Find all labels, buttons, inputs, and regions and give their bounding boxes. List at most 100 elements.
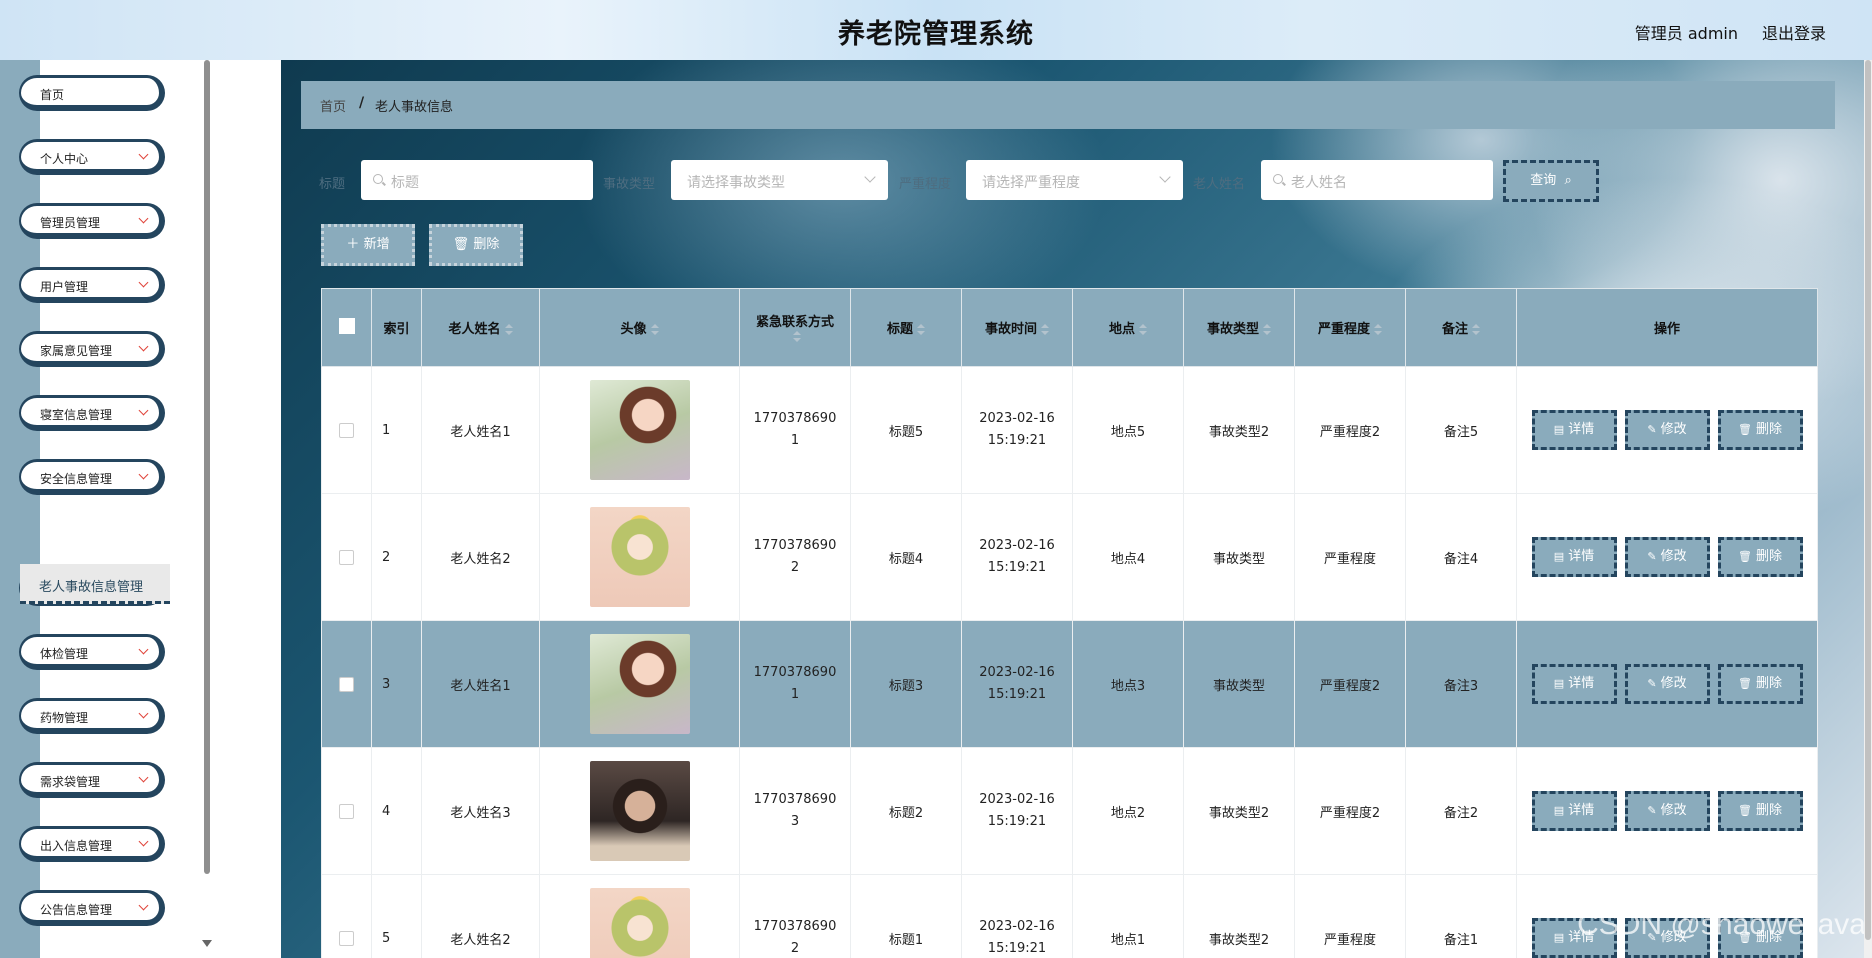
trash-icon: 🗑	[1738, 550, 1752, 563]
chevron-down-icon	[138, 277, 149, 288]
avatar	[589, 761, 690, 861]
add-label: 新增	[363, 237, 390, 252]
edit-button[interactable]: ✎ 修改	[1624, 664, 1710, 704]
sidebar-item-0[interactable]: 首页	[19, 75, 165, 111]
sidebar-item-6[interactable]: 安全信息管理	[19, 459, 165, 495]
col-remark[interactable]: 备注	[1405, 288, 1517, 367]
select-all-header[interactable]	[321, 288, 372, 367]
row-select[interactable]	[321, 366, 372, 494]
elder-name-input[interactable]: 老人姓名	[1261, 160, 1493, 200]
cell-ops: ▤ 详情 ✎ 修改 🗑 删除	[1516, 493, 1818, 621]
cell-phone: 17703786902	[739, 493, 851, 621]
col-avatar[interactable]: 头像	[539, 288, 740, 367]
sidebar-item-5[interactable]: 寝室信息管理	[19, 395, 165, 431]
cell-type: 事故类型2	[1183, 366, 1295, 494]
query-button[interactable]: 查询 ⌕	[1503, 160, 1599, 202]
delete-label: 删除	[1755, 676, 1782, 691]
pencil-icon: ✎	[1647, 804, 1657, 817]
delete-button[interactable]: 🗑 删除	[1717, 410, 1803, 450]
time-text: 15:19:21	[987, 941, 1047, 956]
cell-place: 地点3	[1072, 620, 1184, 748]
row-checkbox[interactable]	[339, 676, 354, 692]
cell-title: 标题5	[850, 366, 962, 494]
table-row[interactable]: 3 老人姓名1 17703786901 标题3 2023-02-16 15:19:21 地点…	[321, 620, 1818, 748]
table-row[interactable]: 4 老人姓名3 17703786903 标题2 2023-02-16 15:19:21 地点…	[321, 747, 1818, 875]
sidebar-item-12[interactable]: 公告信息管理	[19, 890, 165, 926]
batch-delete-button[interactable]: 🗑 删除	[429, 224, 523, 266]
sidebar-item-1[interactable]: 个人中心	[19, 139, 165, 175]
name-filter-label: 老人姓名	[1193, 177, 1246, 192]
detail-button[interactable]: ▤ 详情	[1531, 537, 1617, 577]
sidebar-scrollbar[interactable]	[204, 60, 210, 874]
logout-button[interactable]: 退出登录	[1762, 20, 1826, 44]
edit-button[interactable]: ✎ 修改	[1624, 410, 1710, 450]
col-title[interactable]: 标题	[850, 288, 962, 367]
phone-text: 17703786901	[753, 665, 837, 702]
row-select[interactable]	[321, 493, 372, 621]
delete-button[interactable]: 🗑 删除	[1717, 664, 1803, 704]
time-text: 15:19:21	[987, 814, 1047, 829]
date-text: 2023-02-16	[979, 665, 1055, 680]
row-select[interactable]	[321, 874, 372, 958]
cell-type: 事故类型2	[1183, 874, 1295, 958]
sidebar-item-label: 用户管理	[40, 280, 89, 294]
title-search-input[interactable]: 标题	[361, 160, 593, 200]
sidebar-item-4[interactable]: 家属意见管理	[19, 331, 165, 367]
sidebar: 首页个人中心管理员管理用户管理家属意见管理寝室信息管理安全信息管理饮食信息管理体…	[0, 60, 282, 958]
delete-button[interactable]: 🗑 删除	[1717, 791, 1803, 831]
cell-index: 1	[371, 366, 422, 494]
table-row[interactable]: 1 老人姓名1 17703786901 标题5 2023-02-16 15:19:21 地点…	[321, 366, 1818, 494]
row-checkbox[interactable]	[339, 549, 354, 565]
chevron-down-icon	[138, 341, 149, 352]
sidebar-item-9[interactable]: 药物管理	[19, 698, 165, 734]
col-time[interactable]: 事故时间	[961, 288, 1073, 367]
breadcrumb-separator: /	[359, 95, 365, 111]
sidebar-item-3[interactable]: 用户管理	[19, 267, 165, 303]
add-button[interactable]: ＋ 新增	[321, 224, 415, 266]
sidebar-item-11[interactable]: 出入信息管理	[19, 826, 165, 862]
main-content: 首页 / 老人事故信息 标题 标题 事故类型 请选择事故类型 严重程度 请选择严…	[281, 60, 1872, 958]
page-scrollbar-thumb[interactable]	[1865, 60, 1871, 940]
sidebar-item-10[interactable]: 需求袋管理	[19, 762, 165, 798]
edit-button[interactable]: ✎ 修改	[1624, 791, 1710, 831]
search-icon	[1273, 174, 1283, 184]
col-type[interactable]: 事故类型	[1183, 288, 1295, 367]
sort-icon	[650, 323, 659, 336]
accident-type-select[interactable]: 请选择事故类型	[671, 160, 888, 200]
breadcrumb-home[interactable]: 首页	[320, 96, 346, 115]
row-checkbox[interactable]	[339, 422, 354, 438]
col-index: 索引	[371, 288, 422, 367]
detail-button[interactable]: ▤ 详情	[1531, 410, 1617, 450]
chevron-down-icon	[138, 469, 149, 480]
phone-text: 17703786901	[753, 411, 837, 448]
sidebar-item-8[interactable]: 体检管理	[19, 634, 165, 670]
select-all-checkbox[interactable]	[338, 317, 355, 334]
row-checkbox[interactable]	[339, 930, 354, 946]
cell-severity: 严重程度	[1294, 874, 1406, 958]
severity-select[interactable]: 请选择严重程度	[966, 160, 1183, 200]
cell-severity: 严重程度	[1294, 493, 1406, 621]
detail-button[interactable]: ▤ 详情	[1531, 664, 1617, 704]
sidebar-subitem-elder-accident[interactable]: 老人事故信息管理	[20, 564, 170, 604]
col-phone[interactable]: 紧急联系方式	[739, 288, 851, 367]
plus-icon: ＋	[346, 237, 360, 252]
scroll-down-arrow-icon[interactable]	[202, 940, 212, 947]
row-select[interactable]	[321, 620, 372, 748]
avatar	[589, 634, 690, 734]
admin-label: 管理员 admin	[1634, 24, 1738, 43]
row-select[interactable]	[321, 747, 372, 875]
trash-icon: 🗑	[1738, 804, 1752, 817]
detail-button[interactable]: ▤ 详情	[1531, 791, 1617, 831]
sort-icon	[1472, 323, 1480, 336]
edit-button[interactable]: ✎ 修改	[1624, 537, 1710, 577]
table-row[interactable]: 2 老人姓名2 17703786902 标题4 2023-02-16 15:19:21 地点…	[321, 493, 1818, 621]
page-scrollbar[interactable]	[1864, 60, 1872, 958]
col-name[interactable]: 老人姓名	[421, 288, 540, 367]
sort-icon	[793, 331, 801, 343]
sidebar-item-2[interactable]: 管理员管理	[19, 203, 165, 239]
row-checkbox[interactable]	[339, 803, 354, 819]
col-severity[interactable]: 严重程度	[1294, 288, 1406, 367]
cell-name: 老人姓名2	[421, 493, 540, 621]
delete-button[interactable]: 🗑 删除	[1717, 537, 1803, 577]
col-place[interactable]: 地点	[1072, 288, 1184, 367]
